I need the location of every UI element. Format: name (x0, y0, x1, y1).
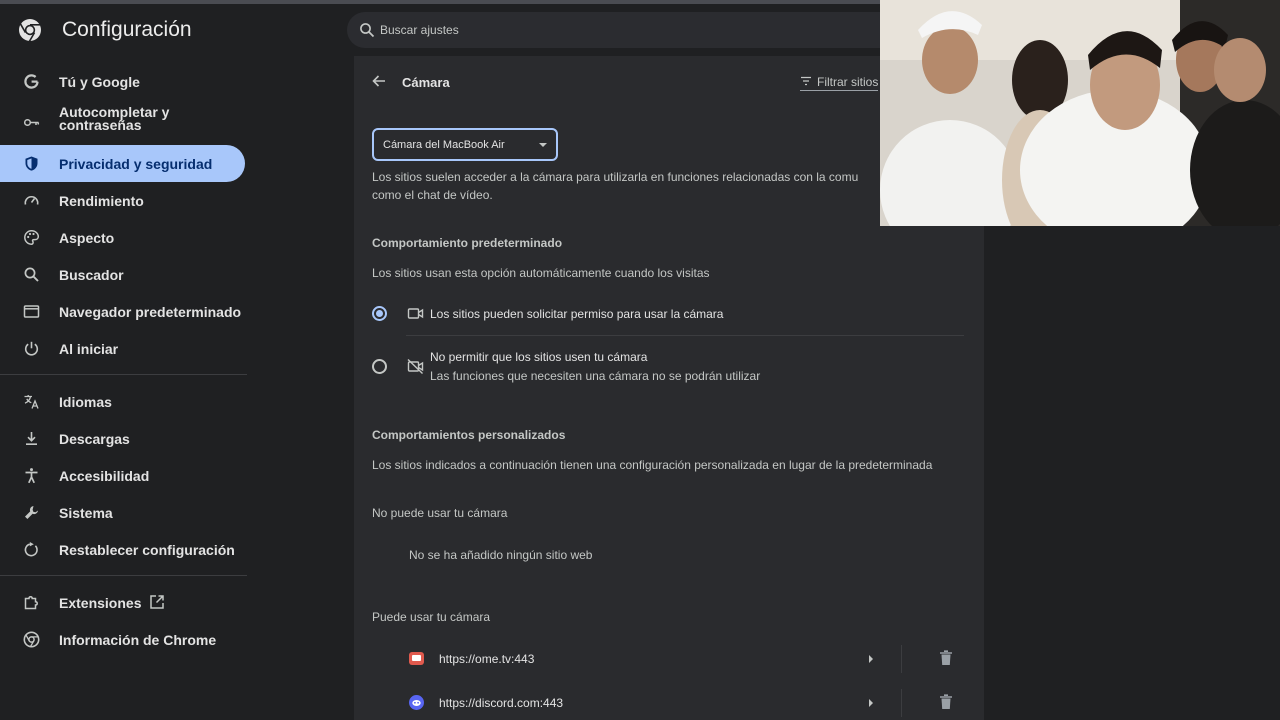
chevron-right-icon[interactable] (869, 699, 873, 707)
filter-icon (801, 76, 811, 86)
sidebar-item-label: Rendimiento (59, 193, 144, 209)
webcam-overlay (880, 0, 1280, 226)
row-separator (901, 689, 902, 717)
custom-behaviors-description: Los sitios indicados a continuación tien… (372, 458, 933, 472)
sidebar-item-downloads[interactable]: Descargas (0, 420, 245, 457)
shield-icon (25, 156, 38, 171)
search-placeholder: Buscar ajustes (380, 23, 459, 37)
sidebar-item-label: Sistema (59, 505, 113, 521)
chevron-right-icon[interactable] (869, 655, 873, 663)
sidebar-divider (0, 374, 247, 375)
delete-icon[interactable] (939, 650, 953, 666)
wrench-icon (25, 506, 38, 519)
sidebar-item-label: Aspecto (59, 230, 115, 246)
browser-window-icon (23, 305, 40, 318)
sidebar-item-on-startup[interactable]: Al iniciar (0, 330, 245, 367)
sidebar-item-privacy[interactable]: Privacidad y seguridad (0, 145, 245, 182)
accessibility-icon (25, 468, 38, 484)
sidebar-item-label: Privacidad y seguridad (59, 156, 213, 172)
camera-select-value: Cámara del MacBook Air (383, 139, 505, 151)
sidebar-item-label: Extensiones (59, 595, 142, 611)
search-icon (360, 23, 375, 38)
option-block-sublabel: Las funciones que necesiten una cámara n… (430, 369, 761, 383)
discord-favicon-icon (409, 695, 424, 710)
sidebar-item-search-engine[interactable]: Buscador (0, 256, 245, 293)
filter-sites-input[interactable]: Filtrar sitios (800, 73, 879, 91)
sidebar-item-label: Información de Chrome (59, 632, 217, 648)
site-url: https://discord.com:443 (439, 696, 564, 710)
filter-sites-label: Filtrar sitios (817, 75, 879, 89)
key-icon (23, 118, 40, 127)
google-g-icon (24, 74, 39, 89)
power-icon (24, 341, 39, 356)
option-separator (406, 335, 964, 336)
sidebar-item-default-browser[interactable]: Navegador predeterminado (0, 293, 245, 330)
sidebar-item-label: Autocompletar y contraseñas (59, 104, 170, 133)
sidebar-item-label: Restablecer configuración (59, 542, 235, 558)
default-behavior-heading: Comportamiento predeterminado (372, 236, 563, 250)
video-camera-off-icon (407, 358, 424, 375)
sidebar-item-label: Accesibilidad (59, 468, 150, 484)
chrome-logo-icon (19, 19, 41, 42)
radio-allow-ask[interactable] (372, 306, 387, 321)
allowed-sites-heading: Puede usar tu cámara (372, 610, 491, 624)
sidebar-divider (0, 575, 247, 576)
default-behavior-description: Los sitios usan esta opción automáticame… (372, 266, 710, 280)
sidebar-item-label: Al iniciar (59, 341, 119, 357)
option-block-label: No permitir que los sitios usen tu cámar… (430, 350, 648, 364)
puzzle-icon (24, 596, 38, 610)
camera-device-select[interactable]: Cámara del MacBook Air (372, 128, 558, 161)
translate-icon (24, 395, 39, 409)
sidebar-item-system[interactable]: Sistema (0, 494, 245, 531)
sidebar-item-extensions[interactable]: Extensiones (0, 584, 245, 621)
site-url: https://ome.tv:443 (439, 652, 535, 666)
option-allow-ask-label: Los sitios pueden solicitar permiso para… (430, 307, 724, 321)
sidebar-item-appearance[interactable]: Aspecto (0, 219, 245, 256)
page-title: Configuración (62, 18, 192, 41)
delete-icon[interactable] (939, 694, 953, 710)
row-separator (901, 645, 902, 673)
blocked-empty-text: No se ha añadido ningún sitio web (409, 548, 593, 562)
sidebar-item-label: Tú y Google (59, 74, 140, 90)
sidebar-item-you-and-google[interactable]: Tú y Google (0, 63, 245, 100)
open-in-new-icon (150, 595, 164, 609)
search-icon (24, 267, 39, 282)
settings-sidebar: Tú y Google Autocompletar y contraseñas … (0, 56, 247, 720)
site-row[interactable]: https://discord.com:443 (394, 681, 984, 720)
sidebar-item-label: Descargas (59, 431, 130, 447)
ome-tv-favicon-icon (409, 652, 424, 665)
radio-block[interactable] (372, 359, 387, 374)
reset-icon (24, 542, 38, 557)
sidebar-item-languages[interactable]: Idiomas (0, 383, 245, 420)
video-camera-icon (407, 308, 424, 319)
custom-behaviors-heading: Comportamientos personalizados (372, 428, 566, 442)
chevron-down-icon (539, 143, 547, 147)
chrome-icon (23, 631, 40, 648)
sidebar-item-label: Buscador (59, 267, 124, 283)
speedometer-icon (24, 196, 39, 205)
camera-intro-text-2: como el chat de vídeo. (372, 188, 493, 202)
download-icon (26, 432, 37, 445)
camera-title: Cámara (402, 75, 450, 90)
sidebar-item-reset[interactable]: Restablecer configuración (0, 531, 245, 568)
sidebar-item-performance[interactable]: Rendimiento (0, 182, 245, 219)
sidebar-item-accessibility[interactable]: Accesibilidad (0, 457, 245, 494)
sidebar-item-label: Navegador predeterminado (59, 304, 242, 320)
camera-intro-text: Los sitios suelen acceder a la cámara pa… (372, 170, 859, 184)
sidebar-item-about-chrome[interactable]: Información de Chrome (0, 621, 245, 658)
sidebar-item-autofill[interactable]: Autocompletar y contraseñas (0, 104, 245, 141)
settings-search-input[interactable]: Buscar ajustes (347, 12, 907, 48)
blocked-sites-heading: No puede usar tu cámara (372, 506, 508, 520)
palette-icon (24, 230, 40, 245)
sidebar-item-label: Idiomas (59, 394, 112, 410)
webcam-video-frame (880, 0, 1280, 226)
back-arrow-icon[interactable] (371, 73, 387, 89)
site-row[interactable]: https://ome.tv:443 (394, 637, 984, 681)
